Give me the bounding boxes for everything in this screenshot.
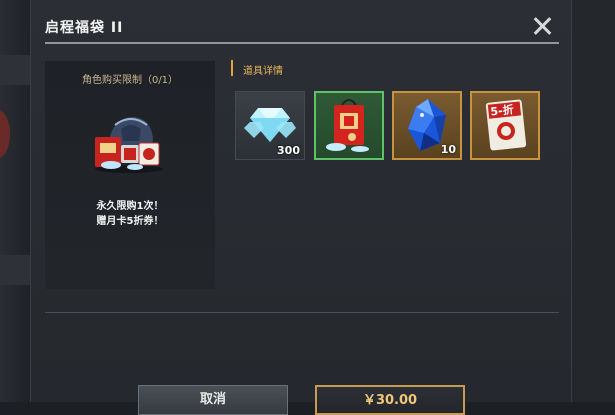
promo-line-1: 永久限购1次！ [96,201,164,212]
title-divider [45,42,559,44]
promo-line-2: 赠月卡5折券！ [96,216,164,227]
cancel-button[interactable]: 取消 [138,385,288,415]
item-count: 10 [440,143,456,156]
reward-item-lucky-bag[interactable] [314,91,384,160]
background-left [0,0,30,402]
lucky-bag-icon [95,117,163,173]
dialog-title: 启程福袋 II [45,20,124,36]
background-right [570,0,615,402]
svg-text:5-折: 5-折 [490,102,515,118]
purchase-dialog: 启程福袋 II 角色购买限制（0/1） 永久限购1次！ 赠月卡5折券！ 道具详情 [30,0,572,415]
background-panel [0,255,30,285]
promo-text: 永久限购1次！ 赠月卡5折券！ [45,199,215,229]
header-accent-bar [231,60,233,76]
buy-button[interactable]: ￥30.00 [315,385,465,415]
item-count: 300 [277,144,300,157]
item-details-title: 道具详情 [243,66,283,77]
background-decoration [0,110,10,158]
lucky-bag-icon [326,99,369,152]
purchase-limit-text: 角色购买限制（0/1） [81,75,179,86]
reward-item-crystal[interactable]: 10 [392,91,462,160]
pack-preview-panel: 角色购买限制（0/1） 永久限购1次！ 赠月卡5折券！ [45,61,215,289]
footer-divider [45,312,559,313]
close-icon[interactable] [531,14,555,38]
background-panel [0,55,30,85]
reward-item-coupon[interactable]: 5-折 [470,91,540,160]
reward-item-diamond[interactable]: 300 [235,91,305,160]
discount-coupon-icon: 5-折 [485,99,527,151]
